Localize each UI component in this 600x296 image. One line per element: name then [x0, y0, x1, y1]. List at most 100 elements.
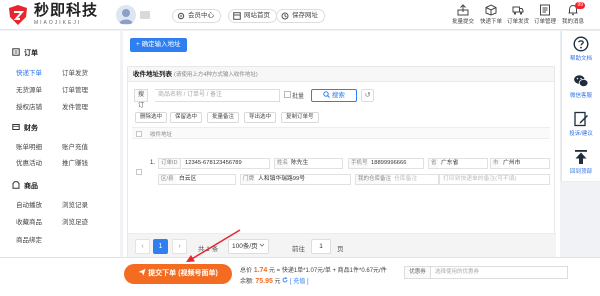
address-list-title: 收件地址列表 — [133, 71, 172, 78]
express-order-button[interactable]: 快递下单 — [478, 3, 504, 27]
gear-icon — [177, 12, 185, 20]
nav-member-center[interactable]: 会员中心 — [172, 9, 221, 23]
city-field[interactable]: 广州市 — [500, 158, 550, 169]
avatar[interactable] — [116, 5, 136, 25]
row-checkbox[interactable] — [136, 169, 142, 175]
prev-page-button[interactable]: ‹ — [135, 239, 150, 254]
sidebar-item-bill-details[interactable]: 账单明细 — [16, 141, 42, 151]
top-icon-label: 快递下单 — [479, 19, 502, 25]
total-price-line: 总价 1.74 元 = 快递1单*1.07元/单 + 商品1件*0.67元/件 — [240, 265, 387, 274]
top-header: 秒即科技 MIAOJIKEJI 会员中心 网站首页 保存网址 批量提交 快递下单… — [0, 0, 600, 30]
province-field[interactable]: 广东省 — [438, 158, 488, 169]
back-to-top-button[interactable]: 回到顶部 — [562, 149, 600, 175]
sidebar-item-order-ship[interactable]: 订单发货 — [62, 67, 88, 77]
sidebar-item-referral[interactable]: 推广赚钱 — [62, 157, 88, 167]
batch-remark-button[interactable]: 批量备注 — [207, 112, 240, 123]
order-ship-button[interactable]: 订单发货 — [505, 3, 531, 27]
select-all-checkbox[interactable] — [136, 131, 142, 137]
top-icon-label: 订单管理 — [533, 19, 556, 25]
truck-icon — [512, 6, 524, 15]
batch-checkbox[interactable] — [284, 91, 291, 98]
sidebar: 订单 快递下单 订单发货 无货源单 订单管理 授权店铺 发件管理 财务 账单明细… — [0, 31, 120, 266]
sidebar-item-favorites[interactable]: 收藏商品 — [16, 216, 42, 226]
top-icon-label: 批量提交 — [451, 19, 474, 25]
sidebar-item-no-source[interactable]: 无货源单 — [16, 84, 42, 94]
sidebar-group-title: 财务 — [24, 125, 38, 132]
current-page[interactable]: 1 — [153, 239, 168, 254]
help-docs-button[interactable]: 帮助文档 — [562, 36, 600, 62]
table-header: 收件地址 — [132, 127, 550, 139]
wechat-service-button[interactable]: 微信客服 — [562, 73, 600, 99]
batch-submit-button[interactable]: 批量提交 — [450, 3, 476, 27]
address-list-hint: (请使用上方4种方式输入收件地址) — [174, 72, 258, 78]
balance-unit: 元 — [274, 279, 281, 285]
order-id-field[interactable]: 12345-678123456789 — [182, 158, 270, 169]
coupon-placeholder: 选择使用的优惠券 — [435, 269, 480, 275]
goto-label: 前往 — [292, 246, 305, 253]
submit-order-button[interactable]: 提交下单 (视频号面单) — [124, 264, 232, 284]
help-icon — [573, 36, 589, 52]
sidebar-group-order: 订单 — [12, 48, 38, 58]
confirm-address-button[interactable]: + 确定输入地址 — [130, 38, 187, 52]
search-icon — [323, 91, 330, 98]
sidebar-item-autoplay[interactable]: 自动播放 — [16, 199, 42, 209]
feedback-button[interactable]: 投诉/建议 — [562, 111, 600, 137]
total-label: 总价 — [240, 268, 253, 274]
phone-field[interactable]: 18899996666 — [368, 158, 424, 169]
district-label: 区/县 — [158, 174, 177, 185]
balance-label: 余额: — [240, 279, 254, 285]
refresh-icon[interactable] — [282, 277, 288, 283]
order-manage-button[interactable]: 订单管理 — [532, 3, 558, 27]
table-header-label: 收件地址 — [150, 132, 173, 138]
warehouse-remark-label: 我的仓库备注 — [355, 174, 395, 185]
name-field[interactable]: 陈先生 — [288, 158, 343, 169]
export-selected-button[interactable]: 导出选中 — [244, 112, 277, 123]
brand: 秒即科技 MIAOJIKEJI — [34, 3, 98, 27]
print-remark-field[interactable]: 打印到快递单的备注(可不填) — [439, 174, 550, 185]
help-docs-label: 帮助文档 — [569, 56, 592, 62]
total-detail: 元 = 快递1单*1.07元/单 + 商品1件*0.67元/件 — [268, 268, 387, 274]
nav-save-url[interactable]: 保存网址 — [276, 9, 325, 23]
delete-selected-button[interactable]: 删除选中 — [135, 112, 168, 123]
right-float-bar: 帮助文档 微信客服 投诉/建议 回到顶部 — [562, 31, 600, 181]
feedback-icon — [574, 111, 588, 127]
sidebar-item-sender-manage[interactable]: 发件管理 — [62, 101, 88, 111]
sidebar-group-title: 商品 — [24, 183, 38, 190]
top-icon-label: 订单发货 — [506, 19, 529, 25]
balance-value: 75.95 — [255, 278, 273, 285]
sidebar-item-footprints[interactable]: 浏览足迹 — [62, 216, 88, 226]
wechat-icon — [574, 75, 589, 87]
nav-home[interactable]: 网站首页 — [228, 9, 277, 23]
sidebar-item-order-manage[interactable]: 订单管理 — [62, 84, 88, 94]
recharge-link[interactable]: [ 充值 ] — [290, 279, 309, 285]
warehouse-remark-field[interactable]: 仓库备注 — [391, 174, 439, 185]
back-to-top-label: 回到顶部 — [569, 169, 592, 175]
upload-icon — [457, 4, 469, 16]
nav-label: 网站首页 — [244, 12, 270, 19]
reset-button[interactable]: ↺ — [361, 89, 374, 102]
sidebar-item-promotions[interactable]: 优惠活动 — [16, 157, 42, 167]
keep-selected-button[interactable]: 保留选中 — [170, 112, 203, 123]
sidebar-item-express-order[interactable]: 快递下单 — [16, 67, 42, 77]
brand-logo[interactable] — [6, 3, 30, 27]
coupon-select[interactable]: 选择使用的优惠券 — [430, 266, 568, 279]
message-count-badge: 99 — [575, 2, 585, 9]
search-input[interactable]: 商品名称 / 订单号 / 备注 — [155, 89, 280, 102]
chevron-down-icon — [260, 243, 265, 247]
finance-icon — [12, 124, 20, 130]
coupon-label: 优惠券 — [404, 266, 431, 279]
copy-order-number-button[interactable]: 复制订单号 — [281, 112, 319, 123]
my-messages-button[interactable]: 我的消息 99 — [560, 2, 586, 27]
sidebar-item-goods-binding[interactable]: 商品绑定 — [16, 234, 42, 244]
submit-order-label: 提交下单 (视频号面单) — [148, 270, 218, 277]
feedback-label: 投诉/建议 — [569, 131, 593, 137]
street-field[interactable]: 人和镇华瑞路99号 — [255, 174, 351, 185]
sidebar-item-browse-history[interactable]: 浏览记录 — [62, 199, 88, 209]
search-button[interactable]: 搜索 — [311, 89, 357, 102]
sidebar-item-recharge[interactable]: 账户充值 — [62, 141, 88, 151]
goto-page-input[interactable]: 1 — [311, 239, 331, 254]
district-field[interactable]: 白云区 — [176, 174, 236, 185]
search-button-label: 搜索 — [331, 92, 345, 99]
sidebar-item-auth-shops[interactable]: 授权店铺 — [16, 101, 42, 111]
send-icon — [138, 268, 146, 276]
